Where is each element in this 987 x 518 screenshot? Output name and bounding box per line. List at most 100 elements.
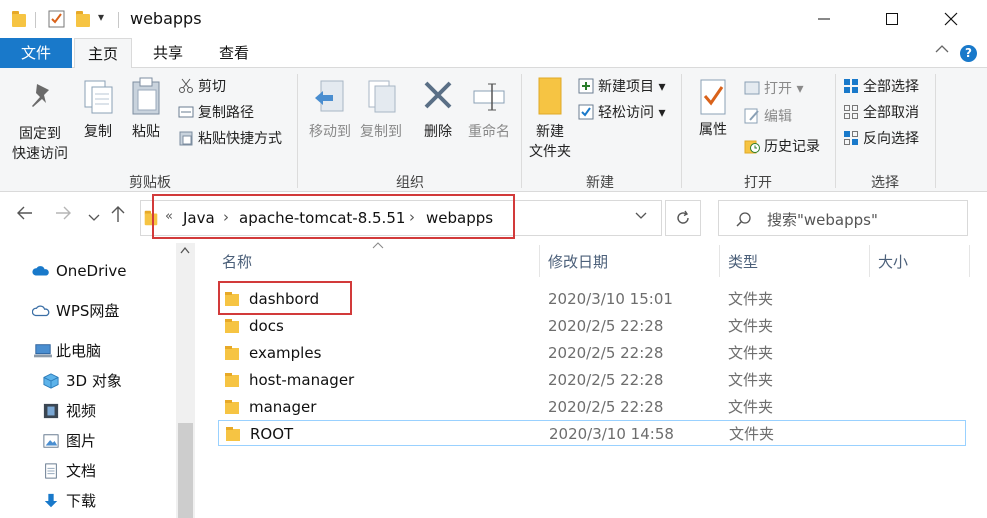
easy-access-button[interactable]: 轻松访问 ▾ <box>578 102 665 124</box>
new-item-icon <box>578 78 594 94</box>
divider <box>35 12 36 28</box>
file-type: 文件夹 <box>728 344 774 362</box>
table-row[interactable]: examples 2020/2/5 22:28 文件夹 <box>218 340 966 366</box>
move-to-button[interactable]: 移动到 <box>305 78 355 142</box>
history-icon <box>744 140 760 154</box>
folder-icon <box>225 346 239 360</box>
tab-view[interactable]: 查看 <box>206 38 262 68</box>
group-divider <box>835 74 836 188</box>
column-header-size[interactable]: 大小 <box>878 251 908 272</box>
column-header-type[interactable]: 类型 <box>728 251 758 272</box>
table-row[interactable]: ROOT 2020/3/10 14:58 文件夹 <box>218 420 966 446</box>
select-all-label: 全部选择 <box>863 79 919 95</box>
navigation-pane: OneDrive WPS网盘 此电脑 3D 对象 视频 图片 文档 下载 <box>0 243 196 518</box>
folder-icon <box>225 373 239 387</box>
column-divider[interactable] <box>539 245 540 277</box>
tab-home[interactable]: 主页 <box>74 38 132 69</box>
open-button[interactable]: 打开 ▾ <box>744 78 803 100</box>
pin-to-quick-access-button[interactable]: 固定到 快速访问 <box>6 80 74 164</box>
edit-button[interactable]: 编辑 <box>744 106 792 128</box>
table-row[interactable]: manager 2020/2/5 22:28 文件夹 <box>218 394 966 420</box>
forward-button[interactable] <box>54 205 72 226</box>
select-group-label: 选择 <box>871 175 899 191</box>
rename-button[interactable]: 重命名 <box>462 78 516 142</box>
column-divider[interactable] <box>719 245 720 277</box>
properties-button[interactable]: 属性 <box>688 78 738 140</box>
file-name: host-manager <box>249 371 355 389</box>
column-header-name[interactable]: 名称 <box>222 251 252 272</box>
sidebar-item-label: WPS网盘 <box>56 302 120 320</box>
tab-share[interactable]: 共享 <box>140 38 196 68</box>
up-button[interactable] <box>110 205 126 228</box>
recent-locations-button[interactable] <box>88 207 100 228</box>
sidebar-item-label: 图片 <box>66 432 97 450</box>
collapse-ribbon-icon[interactable] <box>935 42 949 58</box>
invert-selection-label: 反向选择 <box>863 131 919 147</box>
new-item-label: 新建项目 <box>598 79 654 95</box>
invert-selection-button[interactable]: 反向选择 <box>843 128 919 150</box>
maximize-button[interactable] <box>869 0 915 38</box>
tab-file[interactable]: 文件 <box>0 38 72 68</box>
move-to-icon <box>315 80 344 112</box>
folder-icon <box>226 427 240 441</box>
sidebar-scrollbar[interactable] <box>176 243 195 518</box>
history-button[interactable]: 历史记录 <box>744 136 820 158</box>
file-name: examples <box>249 344 322 362</box>
refresh-button[interactable] <box>665 200 701 236</box>
computer-icon <box>34 344 52 358</box>
window-title: webapps <box>130 9 202 28</box>
pin-label-2: 快速访问 <box>12 146 68 162</box>
paste-button[interactable]: 粘贴 <box>126 76 166 142</box>
delete-label: 删除 <box>424 124 452 140</box>
cut-button[interactable]: 剪切 <box>178 76 226 98</box>
column-divider[interactable] <box>969 245 970 277</box>
new-item-button[interactable]: 新建项目 ▾ <box>578 76 665 98</box>
table-row[interactable]: host-manager 2020/2/5 22:28 文件夹 <box>218 367 966 393</box>
document-icon <box>45 463 57 479</box>
cloud-outline-icon <box>32 305 50 317</box>
select-none-button[interactable]: 全部取消 <box>843 102 919 124</box>
pin-icon <box>32 84 49 107</box>
new-folder-quick-icon[interactable] <box>76 11 90 27</box>
folder-icon <box>225 400 239 414</box>
close-button[interactable] <box>928 0 974 38</box>
file-date: 2020/3/10 15:01 <box>548 290 673 308</box>
select-all-button[interactable]: 全部选择 <box>843 76 919 98</box>
scrollbar-thumb[interactable] <box>178 423 193 518</box>
ribbon: 固定到 快速访问 复制 粘贴 剪切 复制路径 粘贴快捷方式 剪贴板 移动到 复制… <box>0 68 987 192</box>
delete-button[interactable]: 删除 <box>418 78 458 142</box>
copy-button[interactable]: 复制 <box>78 78 118 142</box>
file-name: ROOT <box>250 425 294 443</box>
scissors-icon <box>179 78 193 93</box>
new-folder-button[interactable]: 新建 文件夹 <box>524 76 576 162</box>
paste-label: 粘贴 <box>132 124 160 140</box>
new-group-label: 新建 <box>586 175 614 191</box>
search-box[interactable]: 搜索"webapps" <box>718 200 968 236</box>
up-arrow-icon <box>111 206 125 222</box>
back-arrow-icon <box>17 206 32 220</box>
copy-to-icon <box>368 80 396 113</box>
address-history-button[interactable] <box>635 209 647 225</box>
highlight-address-box <box>152 194 515 239</box>
column-header-date[interactable]: 修改日期 <box>548 251 608 272</box>
paste-shortcut-button[interactable]: 粘贴快捷方式 <box>178 128 282 150</box>
copy-icon <box>84 80 113 114</box>
customize-quick-access-icon[interactable]: ▾ <box>98 10 104 30</box>
copy-to-button[interactable]: 复制到 <box>356 78 406 142</box>
back-button[interactable] <box>16 205 34 226</box>
edit-label: 编辑 <box>764 109 792 125</box>
copy-path-button[interactable]: 复制路径 <box>178 102 254 124</box>
cut-label: 剪切 <box>198 79 226 95</box>
minimize-button[interactable] <box>801 0 847 38</box>
table-row[interactable]: docs 2020/2/5 22:28 文件夹 <box>218 313 966 339</box>
scroll-up-icon[interactable] <box>180 246 190 254</box>
properties-label: 属性 <box>699 122 727 138</box>
help-icon[interactable]: ? <box>960 45 977 62</box>
search-input[interactable]: 搜索"webapps" <box>767 209 878 230</box>
column-divider[interactable] <box>869 245 870 277</box>
new-folder-icon <box>538 77 562 115</box>
properties-quick-icon[interactable] <box>48 10 66 28</box>
file-type: 文件夹 <box>728 290 774 308</box>
sidebar-item-label: 文档 <box>66 462 97 480</box>
move-to-label: 移动到 <box>309 124 351 140</box>
